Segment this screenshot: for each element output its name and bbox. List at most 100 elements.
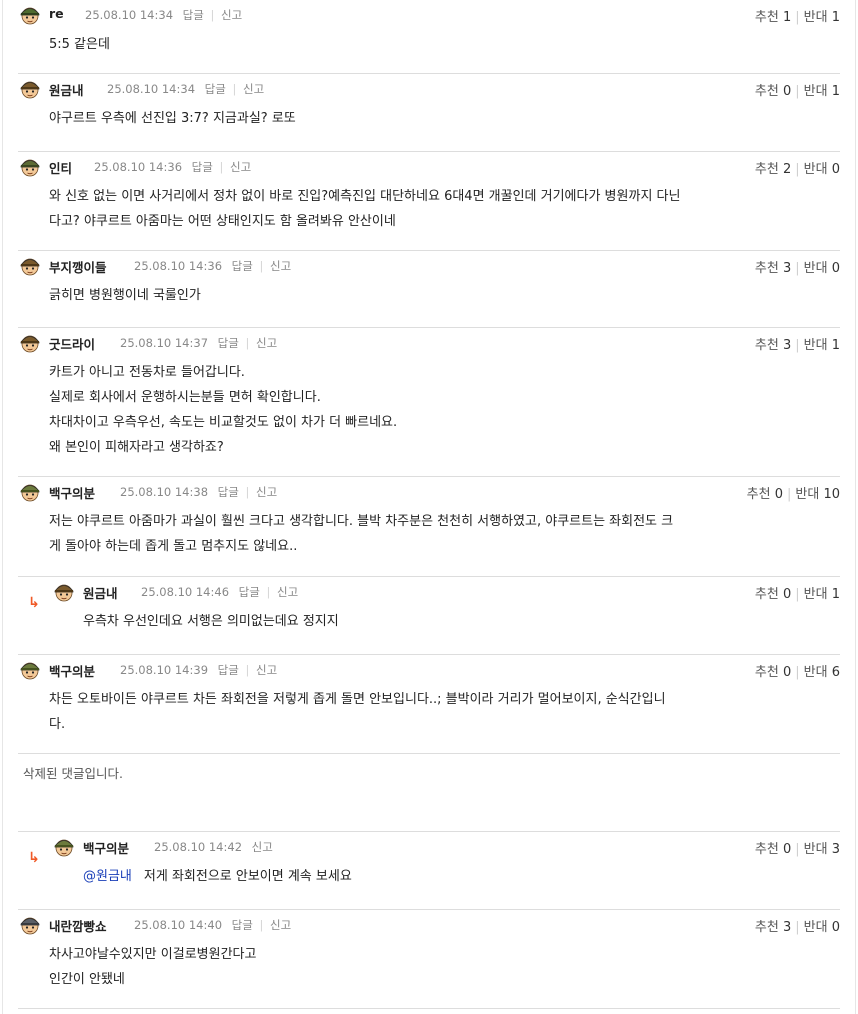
divider: | (795, 920, 800, 935)
comment-author[interactable]: 인티 (49, 158, 72, 177)
mention-link[interactable]: @원금내 (83, 869, 132, 884)
comment-line: 차사고야날수있지만 이걸로병원간다고 (49, 947, 257, 962)
downvote-button[interactable]: 반대 0 (804, 162, 840, 177)
upvote-button[interactable]: 추천 0 (755, 665, 791, 680)
downvote-button[interactable]: 반대 0 (804, 261, 840, 276)
vote-box: 추천 3 | 반대 0 (755, 257, 840, 276)
divider: | (206, 8, 219, 22)
vote-box: 추천 0 | 반대 10 (747, 483, 840, 502)
reply-button[interactable]: 답글 (232, 259, 253, 273)
comment-body: 와 신호 없는 이면 사거리에서 정차 없이 바로 진입?예측진입 대단하네요 … (18, 176, 840, 234)
comment-header: 굿드라이 25.08.10 14:37 답글 | 신고 추천 3 | 반대 1 (18, 328, 840, 353)
comment-author[interactable]: 내란깜빵쇼 (49, 916, 107, 935)
downvote-button[interactable]: 반대 0 (804, 920, 840, 935)
divider: | (215, 160, 228, 174)
comment-author[interactable]: re (49, 6, 64, 21)
comment-body: 차든 오토바이든 야쿠르트 차든 좌회전을 저렇게 좁게 돌면 안보입니다..;… (18, 679, 840, 737)
divider (211, 663, 215, 677)
reply-button[interactable]: 답글 (183, 8, 204, 22)
divider (176, 8, 180, 22)
comment-header: 백구의분 25.08.10 14:42 신고 추천 0 | 반대 3 (52, 832, 840, 857)
reply-button[interactable]: 답글 (218, 485, 239, 499)
reply-button[interactable]: 답글 (218, 663, 239, 677)
report-button[interactable]: 신고 (270, 259, 291, 273)
divider (225, 259, 229, 273)
comment-time: 25.08.10 14:40 (134, 918, 223, 932)
comment-time: 25.08.10 14:34 (85, 8, 174, 22)
comment-body: 야구르트 우측에 선진입 3:7? 지금과실? 로또 (18, 98, 840, 131)
comment-line: 야구르트 우측에 선진입 3:7? 지금과실? 로또 (49, 111, 296, 126)
downvote-button[interactable]: 반대 3 (804, 842, 840, 857)
comment: 내란깜빵쇼 25.08.10 14:40 답글 | 신고 추천 3 | 반대 0 차사고야… (18, 910, 840, 1009)
downvote-button[interactable]: 반대 1 (804, 10, 840, 25)
downvote-count: 1 (831, 338, 840, 353)
report-button[interactable]: 신고 (256, 485, 277, 499)
downvote-button[interactable]: 반대 6 (804, 665, 840, 680)
comment-meta: 25.08.10 14:34 답글 | 신고 (85, 7, 242, 23)
comment-body: 차사고야날수있지만 이걸로병원간다고 인간이 안됐네 (18, 934, 840, 992)
upvote-button[interactable]: 추천 0 (755, 842, 791, 857)
reply-button[interactable]: 답글 (205, 82, 226, 96)
report-button[interactable]: 신고 (277, 585, 298, 599)
comment-author[interactable]: 부지깽이들 (49, 257, 107, 276)
downvote-button[interactable]: 반대 1 (804, 84, 840, 99)
reply-button[interactable]: 답글 (232, 918, 253, 932)
reply-comment: ↳ 백구의분 25.08.10 14:42 신고 추천 0 | 반대 3 @원금내 저게 좌회… (18, 832, 840, 910)
comment-author[interactable]: 원금내 (83, 583, 118, 602)
report-button[interactable]: 신고 (243, 82, 264, 96)
upvote-button[interactable]: 추천 0 (755, 84, 791, 99)
upvote-button[interactable]: 추천 2 (755, 162, 791, 177)
comment-time: 25.08.10 14:34 (107, 82, 196, 96)
report-button[interactable]: 신고 (270, 918, 291, 932)
divider: | (255, 918, 268, 932)
comment-header: re 25.08.10 14:34 답글 | 신고 추천 1 | 반대 1 (18, 0, 840, 25)
comment-body: 저는 야쿠르트 아줌마가 과실이 훨씬 크다고 생각합니다. 블박 차주분은 천… (18, 501, 840, 559)
report-button[interactable]: 신고 (252, 840, 273, 854)
downvote-count: 0 (831, 261, 840, 276)
report-button[interactable]: 신고 (256, 336, 277, 350)
upvote-button[interactable]: 추천 3 (755, 261, 791, 276)
divider: | (241, 663, 254, 677)
report-button[interactable]: 신고 (230, 160, 251, 174)
upvote-count: 0 (782, 842, 792, 857)
deleted-comment-text: 삭제된 댓글입니다. (23, 766, 123, 781)
upvote-button[interactable]: 추천 1 (755, 10, 791, 25)
divider: | (795, 665, 800, 680)
downvote-button[interactable]: 반대 1 (804, 338, 840, 353)
comment-author[interactable]: 백구의분 (49, 661, 95, 680)
divider: | (228, 82, 241, 96)
downvote-button[interactable]: 반대 1 (804, 587, 840, 602)
comment-author[interactable]: 백구의분 (83, 838, 129, 857)
comment-author[interactable]: 원금내 (49, 80, 84, 99)
comment-line: 왜 본인이 피해자라고 생각하죠? (49, 440, 224, 455)
comment-body: 5:5 같은데 (18, 24, 840, 57)
downvote-count: 6 (831, 665, 840, 680)
upvote-button[interactable]: 추천 3 (755, 920, 791, 935)
divider: | (795, 587, 800, 602)
report-button[interactable]: 신고 (256, 663, 277, 677)
upvote-button[interactable]: 추천 0 (747, 487, 783, 502)
frame-right-border (855, 0, 856, 1014)
report-button[interactable]: 신고 (221, 8, 242, 22)
divider: | (241, 485, 254, 499)
reply-button[interactable]: 답글 (192, 160, 213, 174)
upvote-button[interactable]: 추천 3 (755, 338, 791, 353)
upvote-count: 3 (782, 338, 792, 353)
upvote-count: 0 (774, 487, 783, 502)
comment-author[interactable]: 백구의분 (49, 483, 95, 502)
reply-button[interactable]: 답글 (218, 336, 239, 350)
downvote-count: 1 (831, 84, 840, 99)
comment-meta: 25.08.10 14:38 답글 | 신고 (120, 484, 277, 500)
comment-line: 차대차이고 우측우선, 속도는 비교할것도 없이 차가 더 빠르네요. (49, 415, 398, 430)
comment-time: 25.08.10 14:46 (141, 585, 230, 599)
upvote-button[interactable]: 추천 0 (755, 587, 791, 602)
divider (185, 160, 189, 174)
comment-meta: 25.08.10 14:46 답글 | 신고 (141, 584, 298, 600)
divider: | (255, 259, 268, 273)
vote-box: 추천 1 | 반대 1 (755, 6, 840, 25)
downvote-button[interactable]: 반대 10 (795, 487, 840, 502)
comment-line: 카트가 아니고 전동차로 들어갑니다. (49, 365, 245, 380)
reply-button[interactable]: 답글 (239, 585, 260, 599)
downvote-count: 3 (831, 842, 840, 857)
comment-author[interactable]: 굿드라이 (49, 334, 95, 353)
